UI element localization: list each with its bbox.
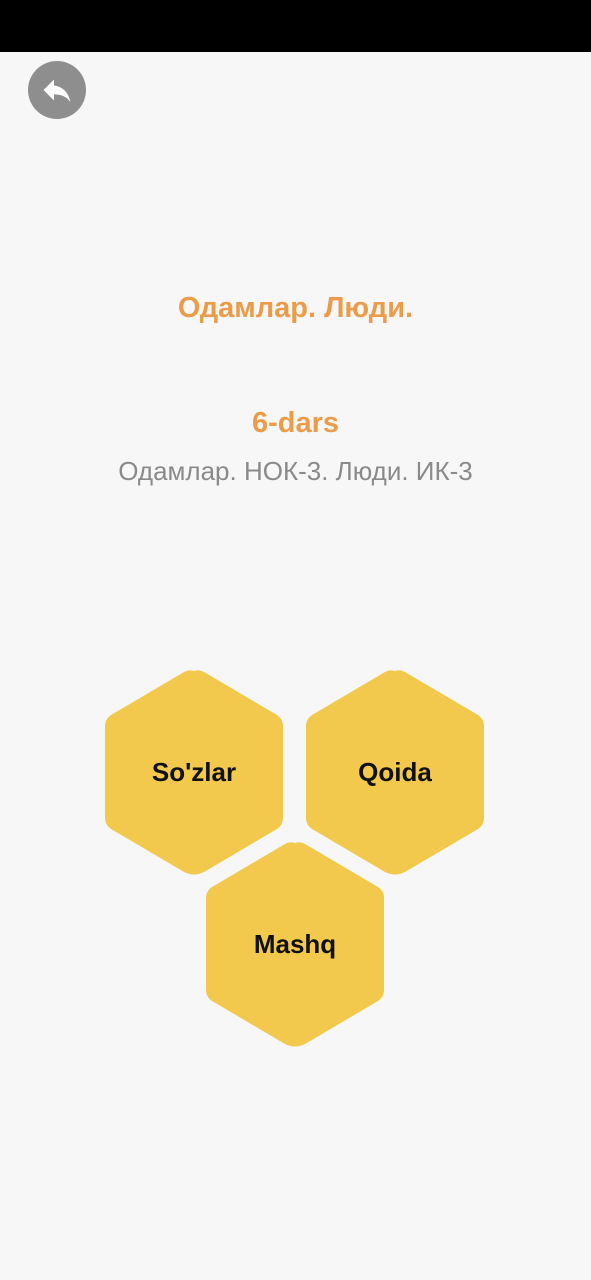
practice-label: Mashq — [253, 928, 337, 959]
lesson-subtitle: Одамлар. НОК-3. Люди. ИК-3 — [118, 456, 473, 486]
back-button[interactable] — [28, 61, 86, 119]
practice-button[interactable]: Mashq — [204, 841, 386, 1047]
status-bar — [0, 0, 591, 52]
page-title: Одамлар. Люди. — [177, 292, 414, 324]
back-arrow-icon — [43, 79, 71, 102]
lesson-number: 6-dars — [251, 407, 340, 439]
